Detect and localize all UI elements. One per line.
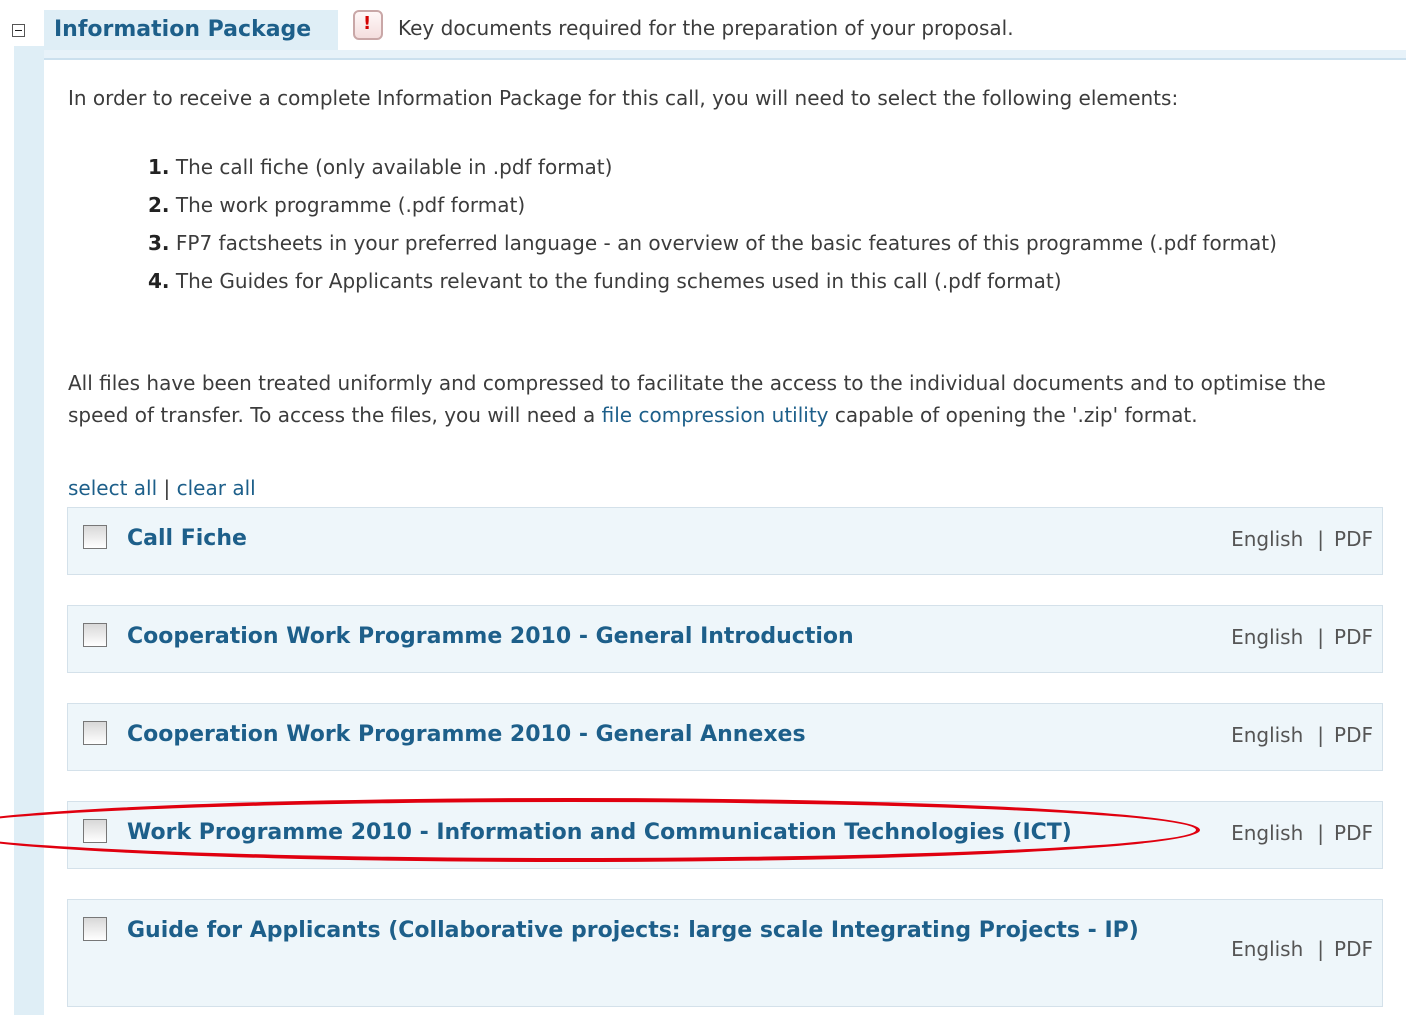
meta-separator: | bbox=[1317, 527, 1325, 551]
document-row-ict: Work Programme 2010 - Information and Co… bbox=[67, 801, 1383, 869]
section-description: Key documents required for the preparati… bbox=[398, 16, 1014, 40]
document-row-call-fiche: Call Fiche English | PDF bbox=[67, 507, 1383, 575]
exclamation-icon: ! bbox=[353, 10, 383, 40]
intro-text: In order to receive a complete Informati… bbox=[68, 86, 1179, 110]
document-title[interactable]: Call Fiche bbox=[127, 520, 247, 558]
document-language: English bbox=[1231, 937, 1304, 961]
compression-paragraph: All files have been treated uniformly an… bbox=[68, 371, 1326, 427]
document-language: English bbox=[1231, 821, 1304, 845]
exclamation-mark: ! bbox=[363, 13, 372, 34]
selection-links: select all | clear all bbox=[68, 476, 256, 500]
step-item: 1. The call fiche (only available in .pd… bbox=[148, 155, 613, 179]
document-language: English bbox=[1231, 723, 1304, 747]
document-title[interactable]: Work Programme 2010 - Information and Co… bbox=[127, 814, 1072, 852]
document-meta: English | PDF bbox=[1231, 618, 1373, 656]
document-row-guide-for-applicants: Guide for Applicants (Collaborative proj… bbox=[67, 899, 1383, 1007]
document-meta: English | PDF bbox=[1231, 520, 1373, 558]
section-divider bbox=[44, 50, 1406, 60]
document-checkbox[interactable] bbox=[83, 623, 107, 647]
document-language: English bbox=[1231, 625, 1304, 649]
steps-list: 1. The call fiche (only available in .pd… bbox=[148, 148, 1338, 300]
step-item: 4. The Guides for Applicants relevant to… bbox=[148, 269, 1062, 293]
meta-separator: | bbox=[1317, 937, 1325, 961]
meta-separator: | bbox=[1317, 723, 1325, 747]
document-checkbox[interactable] bbox=[83, 525, 107, 549]
document-format: PDF bbox=[1334, 821, 1373, 845]
section-tab-title[interactable]: Information Package bbox=[44, 10, 338, 50]
document-checkbox[interactable] bbox=[83, 917, 107, 941]
select-all-link[interactable]: select all bbox=[68, 476, 157, 500]
document-row-general-introduction: Cooperation Work Programme 2010 - Genera… bbox=[67, 605, 1383, 673]
document-checkbox[interactable] bbox=[83, 819, 107, 843]
document-title[interactable]: Cooperation Work Programme 2010 - Genera… bbox=[127, 716, 806, 754]
section-sidebar bbox=[14, 46, 44, 1015]
document-format: PDF bbox=[1334, 527, 1373, 551]
file-compression-utility-link[interactable]: file compression utility bbox=[602, 403, 829, 427]
meta-separator: | bbox=[1317, 625, 1325, 649]
document-title[interactable]: Guide for Applicants (Collaborative proj… bbox=[127, 912, 1167, 950]
document-format: PDF bbox=[1334, 723, 1373, 747]
meta-separator: | bbox=[1317, 821, 1325, 845]
collapse-icon[interactable] bbox=[12, 24, 25, 37]
step-item: 3. FP7 factsheets in your preferred lang… bbox=[148, 231, 1277, 255]
document-meta: English | PDF bbox=[1231, 814, 1373, 852]
document-format: PDF bbox=[1334, 625, 1373, 649]
step-item: 2. The work programme (.pdf format) bbox=[148, 193, 526, 217]
document-checkbox[interactable] bbox=[83, 721, 107, 745]
document-meta: English | PDF bbox=[1231, 716, 1373, 754]
document-title[interactable]: Cooperation Work Programme 2010 - Genera… bbox=[127, 618, 854, 656]
document-format: PDF bbox=[1334, 937, 1373, 961]
document-language: English bbox=[1231, 527, 1304, 551]
document-meta: English | PDF bbox=[1231, 930, 1373, 968]
document-row-general-annexes: Cooperation Work Programme 2010 - Genera… bbox=[67, 703, 1383, 771]
clear-all-link[interactable]: clear all bbox=[177, 476, 256, 500]
link-separator: | bbox=[163, 476, 171, 500]
